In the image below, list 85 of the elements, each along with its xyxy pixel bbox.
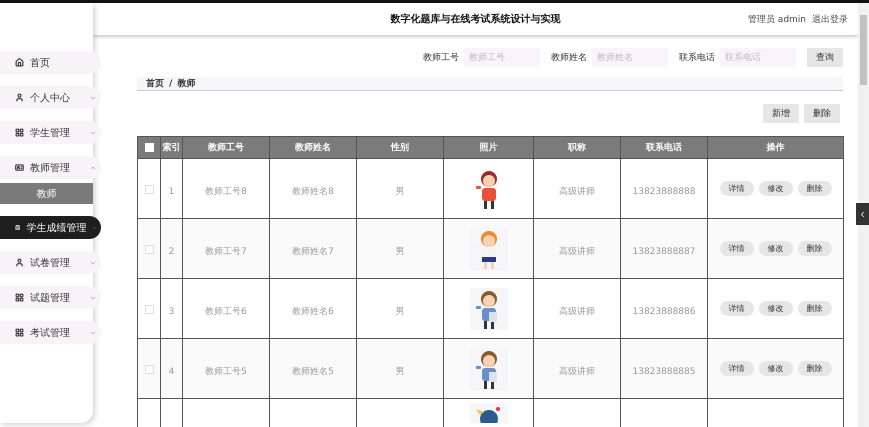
search-field[interactable]: 联系电话 xyxy=(720,48,796,67)
table-cell: 教师工号5 xyxy=(205,367,247,377)
scrollbar-thumb[interactable] xyxy=(860,15,867,85)
user-label: 管理员 admin xyxy=(748,14,806,26)
table-cell: 教师工号8 xyxy=(205,187,247,197)
action-button[interactable]: 新增 xyxy=(763,104,799,123)
column-header: 索引 xyxy=(160,136,182,158)
row-action-button[interactable]: 修改 xyxy=(758,301,792,316)
grid-icon xyxy=(15,128,24,137)
column-header: 操作 xyxy=(708,136,844,158)
table-cell: 教师姓名5 xyxy=(292,367,334,377)
row-checkbox[interactable] xyxy=(144,365,154,374)
index-cell: 4 xyxy=(168,367,174,377)
row-checkbox[interactable] xyxy=(144,245,154,254)
sidebar-item[interactable]: 个人中心 xyxy=(0,86,101,109)
table-cell: 教师姓名8 xyxy=(292,187,334,197)
table-cell: 13823888887 xyxy=(632,247,696,257)
row-action-button[interactable]: 修改 xyxy=(758,181,792,196)
sidebar-item[interactable]: 学生管理 xyxy=(0,121,101,144)
column-header: 性别 xyxy=(356,136,444,158)
index-cell: 2 xyxy=(168,247,174,257)
scrollbar[interactable] xyxy=(858,3,869,427)
sidebar-item[interactable]: 考试管理 xyxy=(0,321,101,344)
sidebar-item[interactable]: 学生成绩管理 xyxy=(0,216,101,239)
table-cell: 13823888886 xyxy=(632,307,696,317)
row-action-button[interactable]: 删除 xyxy=(798,241,832,256)
grid-icon xyxy=(15,293,24,302)
row-action-button[interactable]: 详情 xyxy=(720,361,754,376)
search-button[interactable]: 查询 xyxy=(807,48,843,67)
search-field[interactable]: 教师工号 xyxy=(464,48,540,67)
collapse-tab[interactable] xyxy=(856,203,869,225)
table-cell: 教师姓名7 xyxy=(292,247,334,257)
table-cell: 教师姓名6 xyxy=(292,307,334,317)
table-cell: 男 xyxy=(396,187,404,197)
row-action-button[interactable]: 修改 xyxy=(758,361,792,376)
table-cell: 教师工号6 xyxy=(205,307,247,317)
table-cell: 男 xyxy=(396,247,404,257)
user-icon xyxy=(15,258,24,267)
column-header: 教师姓名 xyxy=(270,136,356,158)
column-header: 照片 xyxy=(444,136,534,158)
sidebar-item[interactable]: 首页 xyxy=(0,51,101,74)
table-cell: 教师工号7 xyxy=(205,247,247,257)
sidebar-subitem[interactable]: 教师 xyxy=(0,183,93,204)
column-header: 联系电话 xyxy=(620,136,708,158)
table-cell: 高级讲师 xyxy=(559,367,595,377)
row-action-button[interactable]: 删除 xyxy=(798,181,832,196)
table-cell: 13823888888 xyxy=(632,187,696,197)
column-header: 职称 xyxy=(534,136,620,158)
app-title: 数字化题库与在线考试系统设计与实现 xyxy=(390,12,560,26)
index-cell: 3 xyxy=(168,307,174,317)
search-field[interactable]: 教师姓名 xyxy=(592,48,668,67)
action-button[interactable]: 删除 xyxy=(804,104,840,123)
table-cell: 高级讲师 xyxy=(559,187,595,197)
grid-icon xyxy=(15,328,24,337)
row-action-button[interactable]: 删除 xyxy=(798,361,832,376)
user-icon xyxy=(15,93,24,102)
breadcrumb-separator: / xyxy=(169,78,172,88)
chevron-left-icon xyxy=(858,210,867,218)
field-label: 联系电话 xyxy=(679,52,715,64)
row-action-button[interactable]: 详情 xyxy=(720,241,754,256)
breadcrumb-item[interactable]: 首页 xyxy=(146,77,164,90)
id-card-icon xyxy=(15,163,24,172)
row-action-button[interactable]: 详情 xyxy=(720,301,754,316)
row-action-button[interactable]: 删除 xyxy=(798,301,832,316)
select-all-checkbox[interactable] xyxy=(144,142,154,152)
sidebar-item[interactable]: 教师管理 xyxy=(0,156,101,179)
column-header: 教师工号 xyxy=(182,136,270,158)
sidebar-item[interactable]: 试卷管理 xyxy=(0,251,101,274)
table-cell: 男 xyxy=(396,307,404,317)
breadcrumb-item[interactable]: 教师 xyxy=(177,77,196,90)
table-cell: 男 xyxy=(396,367,404,377)
row-action-button[interactable]: 详情 xyxy=(720,181,754,196)
logout-link[interactable]: 退出登录 xyxy=(812,12,848,26)
sidebar-item[interactable]: 试题管理 xyxy=(0,286,101,309)
table-cell: 高级讲师 xyxy=(559,307,595,317)
index-cell: 1 xyxy=(168,187,174,197)
row-action-button[interactable]: 修改 xyxy=(758,241,792,256)
row-checkbox[interactable] xyxy=(144,305,154,314)
table-cell: 13823888885 xyxy=(632,367,696,377)
home-icon xyxy=(15,58,24,67)
clipboard-icon xyxy=(15,223,20,232)
row-checkbox[interactable] xyxy=(144,185,154,194)
field-label: 教师姓名 xyxy=(551,52,587,64)
table-cell: 高级讲师 xyxy=(559,247,595,257)
field-label: 教师工号 xyxy=(423,52,459,64)
